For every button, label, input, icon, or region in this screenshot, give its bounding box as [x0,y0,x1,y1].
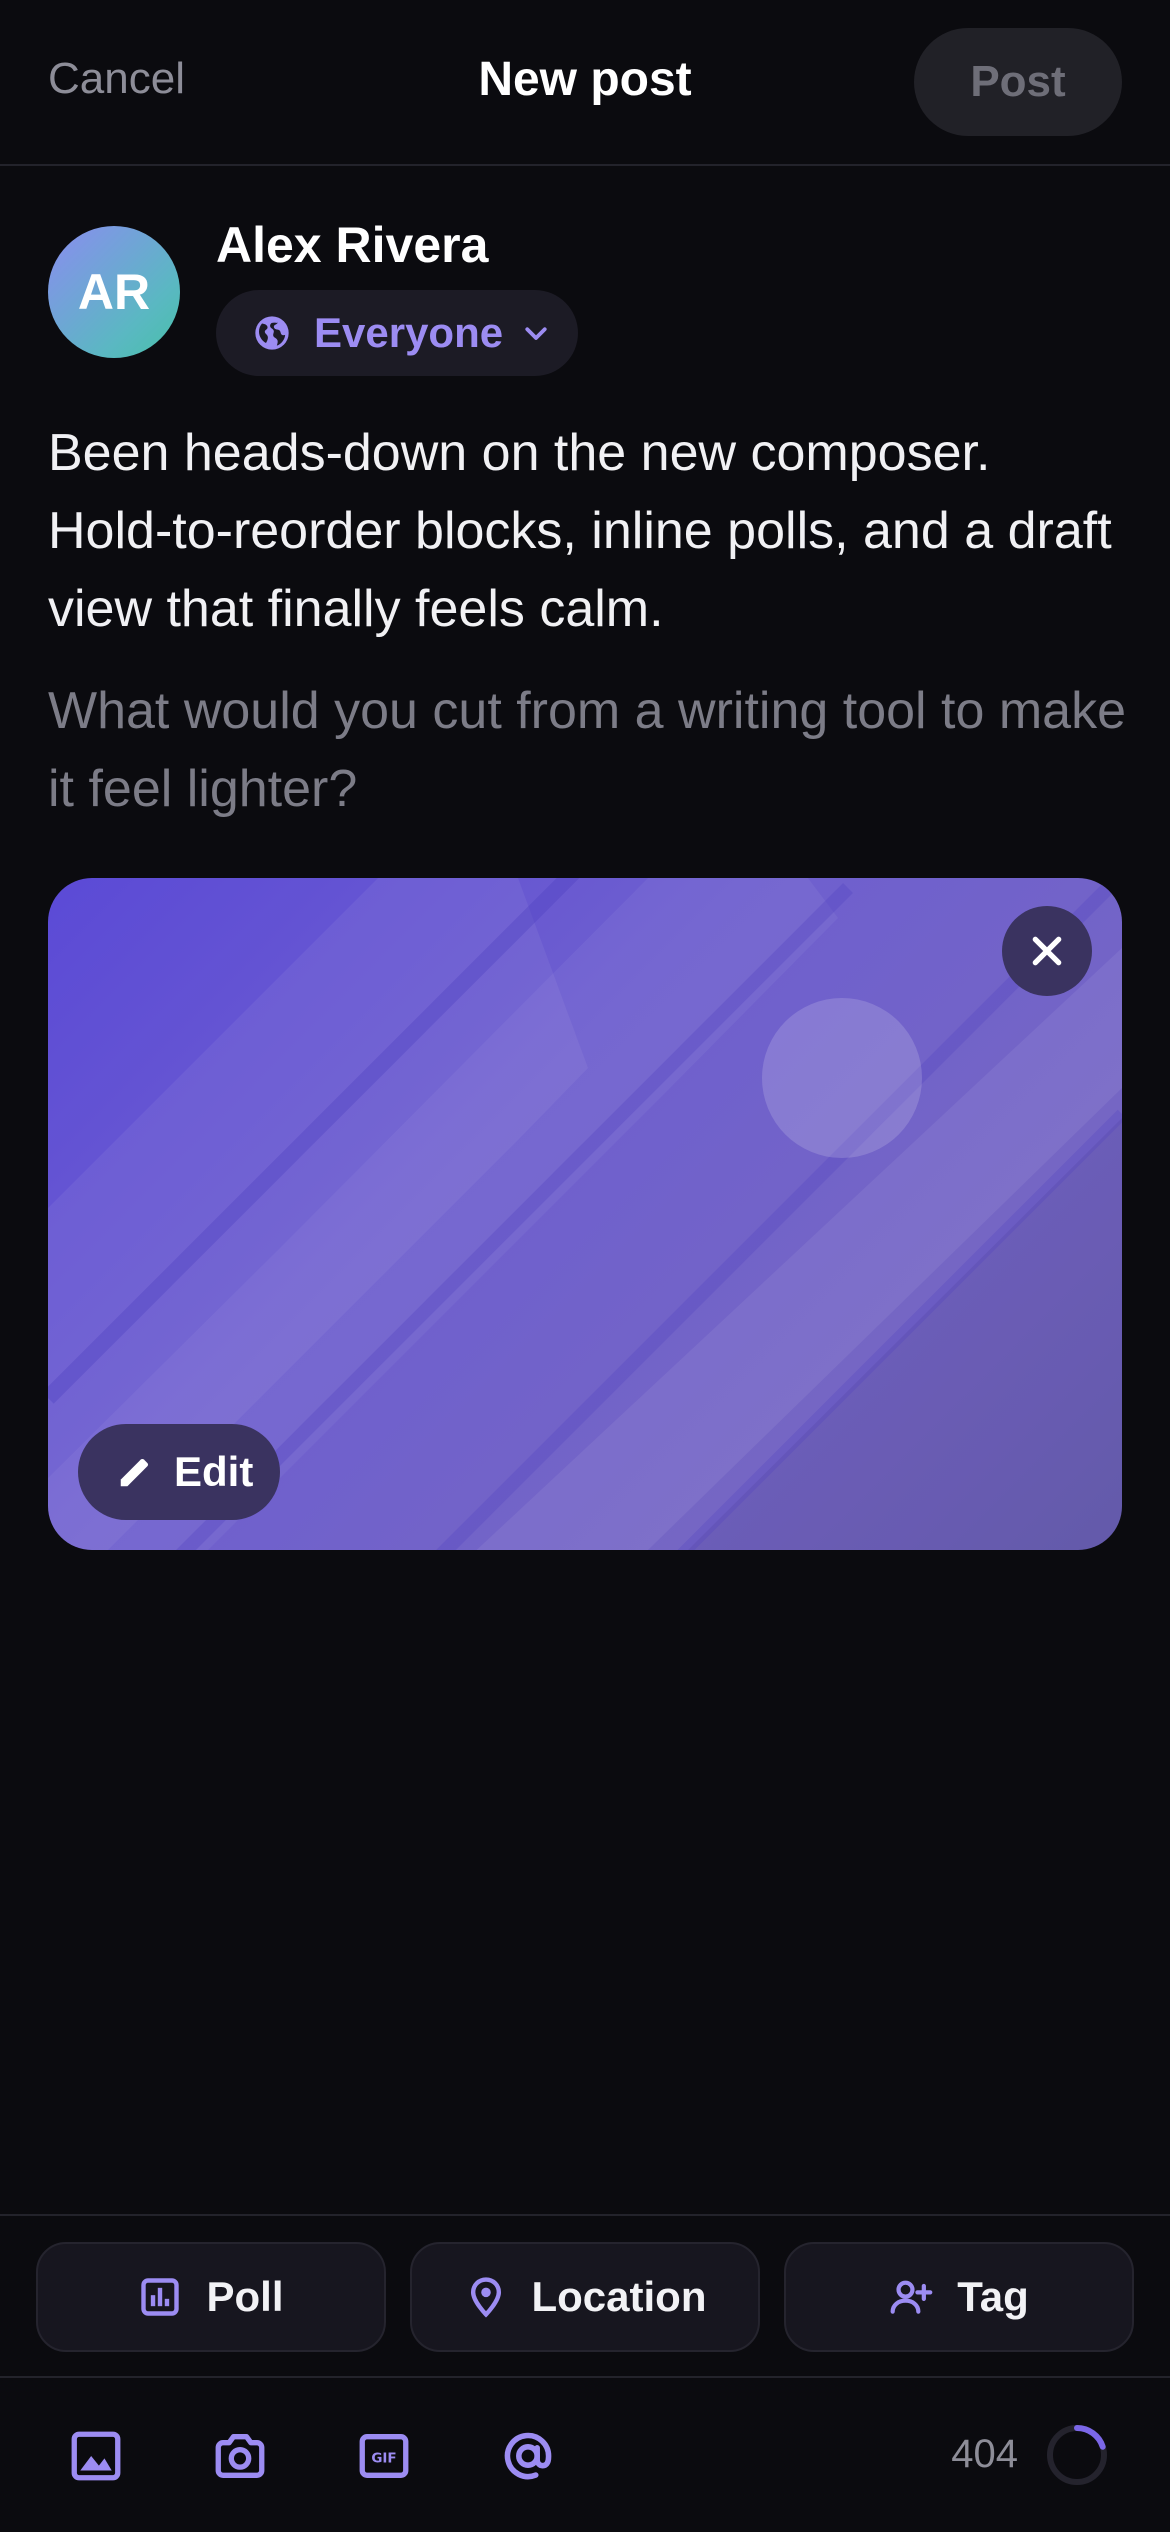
close-icon [1032,936,1062,966]
camera-button[interactable] [208,2424,272,2488]
svg-text:GIF: GIF [371,2450,396,2466]
pencil-icon [120,1458,149,1487]
composer-header: Cancel New post Post [0,0,1170,166]
tag-button[interactable]: Tag [784,2242,1134,2352]
edit-label: Edit [174,1448,254,1495]
character-count: 404 [951,2432,1018,2476]
cancel-button[interactable]: Cancel [48,54,185,104]
image-attachment[interactable]: Edit [48,878,1122,1550]
avatar: AR [48,226,180,358]
add-image-button[interactable] [64,2424,128,2488]
poll-icon [141,2278,180,2316]
mention-button[interactable] [496,2424,560,2488]
location-button[interactable]: Location [410,2242,760,2352]
mention-icon [504,2432,552,2480]
author-name: Alex Rivera [216,217,489,273]
remove-attachment-button[interactable] [1002,906,1092,996]
gif-icon: GIF [359,2434,409,2478]
post-text[interactable]: Been heads-down on the new composer. Hol… [48,414,1128,648]
location-label: Location [531,2273,707,2320]
location-pin-icon [470,2277,501,2318]
quick-actions-bar: Poll Location Tag [0,2214,1170,2378]
camera-icon [215,2434,265,2478]
globe-icon [255,316,289,350]
audience-selector[interactable]: Everyone [216,290,578,376]
post-button[interactable]: Post [914,28,1122,136]
audience-label: Everyone [314,309,504,356]
chevron-down-icon [525,327,547,340]
composer-toolbar: GIF 404 [0,2378,1170,2532]
image-icon [71,2431,121,2481]
gif-button[interactable]: GIF [352,2424,416,2488]
character-progress-ring [1047,2425,1107,2485]
edit-attachment-button[interactable]: Edit [78,1424,280,1520]
poll-label: Poll [206,2273,284,2320]
post-prompt-text[interactable]: What would you cut from a writing tool t… [48,672,1128,828]
poll-button[interactable]: Poll [36,2242,386,2352]
add-person-icon [890,2280,933,2314]
tag-label: Tag [957,2273,1029,2320]
